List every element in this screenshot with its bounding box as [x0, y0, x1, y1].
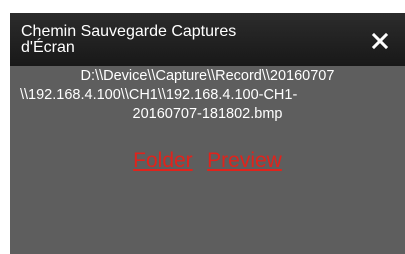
dialog-title-line-2: d'Écran	[21, 39, 75, 56]
title-bar: Chemin Sauvegarde Captures d'Écran	[10, 13, 405, 66]
action-links: Folder Preview	[10, 149, 405, 173]
folder-link[interactable]: Folder	[133, 149, 193, 172]
dialog-title: Chemin Sauvegarde Captures d'Écran	[21, 24, 341, 56]
screenshot-path-dialog: Chemin Sauvegarde Captures d'Écran D:\\D…	[10, 13, 405, 254]
close-button[interactable]	[366, 27, 394, 55]
path-line-2: \\192.168.4.100\\CH1\\192.168.4.100-CH1-	[20, 87, 298, 103]
dialog-title-line-1: Chemin Sauvegarde Captures	[21, 23, 237, 40]
preview-link[interactable]: Preview	[207, 149, 282, 172]
close-icon	[371, 32, 389, 50]
path-line-3: 20160707-181802.bmp	[132, 106, 283, 122]
capture-path-text: D:\\Device\\Capture\\Record\\20160707 \\…	[10, 67, 405, 124]
path-line-1: D:\\Device\\Capture\\Record\\20160707	[80, 68, 335, 84]
